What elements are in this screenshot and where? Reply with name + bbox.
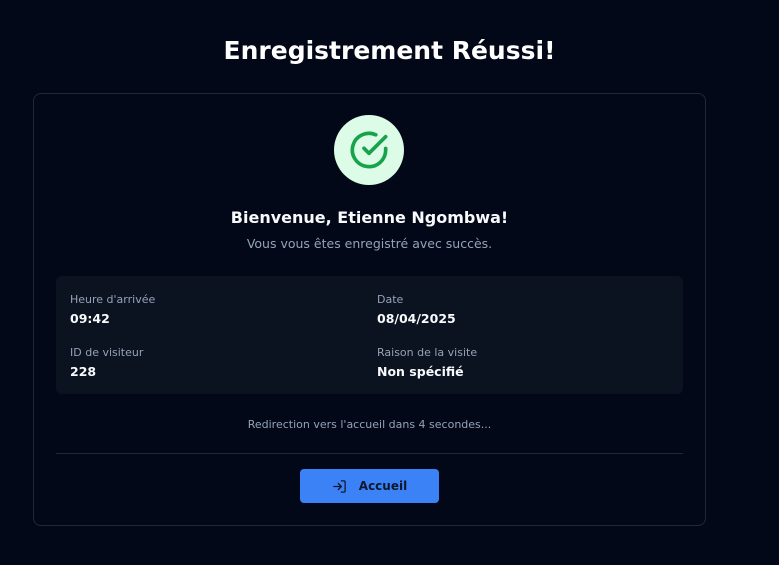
date-value: 08/04/2025: [377, 311, 456, 326]
visit-reason-field: Raison de la visite Non spécifié: [377, 346, 477, 379]
visitor-id-field: ID de visiteur 228: [70, 346, 143, 379]
visit-reason-label: Raison de la visite: [377, 346, 478, 359]
visit-reason-value: Non spécifié: [377, 364, 464, 379]
check-circle-icon: [350, 131, 388, 169]
welcome-message: Bienvenue, Etienne Ngombwa!: [230, 208, 509, 227]
arrival-time-value: 09:42: [70, 311, 110, 326]
confirmation-card: Bienvenue, Etienne Ngombwa! Vous vous êt…: [33, 93, 706, 526]
success-badge: [334, 115, 404, 185]
arrival-time-field: Heure d'arrivée 09:42: [70, 293, 155, 326]
redirect-countdown: Redirection vers l'accueil dans 4 second…: [247, 418, 492, 431]
visitor-id-label: ID de visiteur: [70, 346, 144, 359]
log-in-icon: [333, 479, 346, 493]
date-label: Date: [377, 293, 404, 306]
visit-details-panel: Heure d'arrivée 09:42 Date 08/04/2025 ID…: [56, 276, 683, 394]
divider: [56, 453, 683, 454]
visitor-id-value: 228: [70, 364, 97, 379]
home-button[interactable]: Accueil: [300, 469, 439, 503]
page-title: Enregistrement Réussi!: [223, 36, 556, 65]
home-button-label: Accueil: [358, 479, 408, 493]
success-message: Vous vous êtes enregistré avec succès.: [246, 236, 493, 251]
arrival-time-label: Heure d'arrivée: [70, 293, 156, 306]
date-field: Date 08/04/2025: [377, 293, 456, 326]
